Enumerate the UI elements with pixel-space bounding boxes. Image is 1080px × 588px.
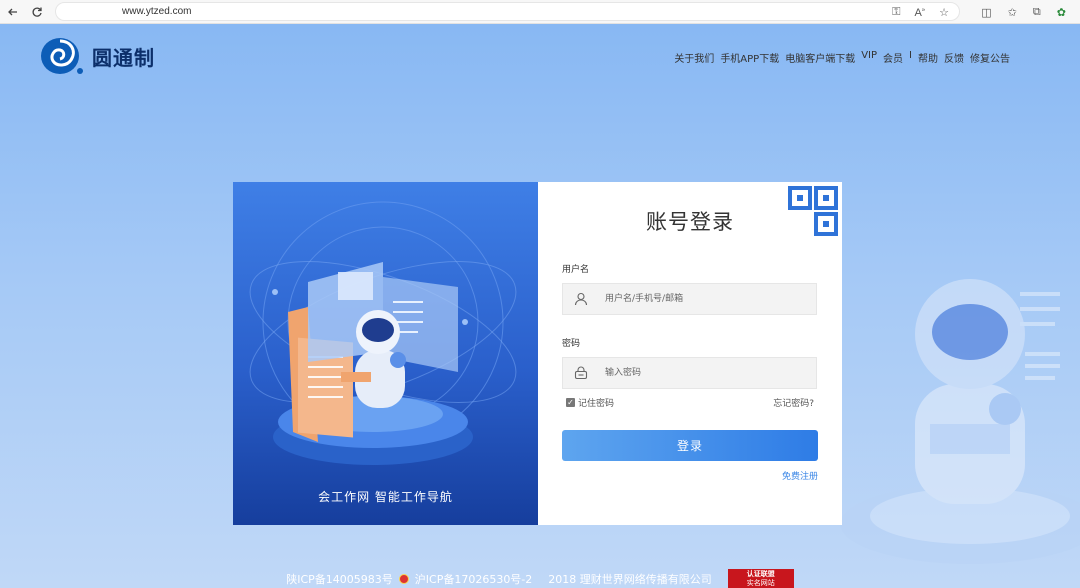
nav-pc-download[interactable]: 电脑客户端下载: [785, 50, 855, 65]
certification-badge[interactable]: 认证联盟 实名网站: [727, 569, 794, 588]
address-bar[interactable]: www.ytzed.com ⚿ A» ☆: [55, 2, 960, 21]
login-title: 账号登录: [646, 210, 734, 234]
forgot-password-link[interactable]: 忘记密码?: [773, 396, 814, 409]
footer: 陕ICP备14005983号 沪ICP备17026530号-2 2018 理财世…: [0, 569, 1080, 588]
username-field: [562, 283, 817, 315]
back-icon[interactable]: [2, 1, 24, 23]
login-button[interactable]: 登录: [562, 430, 818, 461]
badge-line-2: 实名网站: [746, 579, 775, 587]
police-badge-icon: [398, 574, 409, 584]
nav-app-download[interactable]: 手机APP下载: [720, 50, 779, 65]
nav-feedback[interactable]: 反馈: [944, 50, 964, 65]
key-icon[interactable]: ⚿: [892, 6, 900, 19]
nav-member[interactable]: 会员: [883, 50, 903, 65]
password-input[interactable]: [599, 359, 805, 387]
user-icon: [563, 284, 599, 314]
nav-vip[interactable]: VIP: [861, 50, 877, 65]
nav-help[interactable]: 帮助: [918, 50, 938, 65]
favorite-star-icon[interactable]: ☆: [939, 6, 949, 19]
icp-record-1[interactable]: 陕ICP备14005983号: [286, 571, 393, 587]
promo-caption: 会工作网 智能工作导航: [318, 490, 453, 504]
password-label: 密码: [562, 339, 581, 349]
address-url: www.ytzed.com: [122, 6, 192, 17]
extension-icon[interactable]: ✿: [1057, 6, 1066, 19]
nav-separator: I: [909, 50, 912, 61]
promo-panel: 会工作网 智能工作导航: [233, 182, 538, 525]
refresh-icon[interactable]: [26, 1, 48, 23]
split-screen-icon[interactable]: ◫: [981, 6, 991, 19]
username-label: 用户名: [562, 265, 590, 275]
badge-line-1: 认证联盟: [746, 570, 775, 578]
favorites-icon[interactable]: ✩: [1008, 6, 1017, 19]
nav-repair-notice[interactable]: 修复公告: [970, 50, 1010, 65]
icp-record-2[interactable]: 沪ICP备17026530号-2: [415, 571, 533, 587]
logo-text: 圆通制: [92, 45, 155, 70]
nav-about[interactable]: 关于我们: [674, 50, 714, 65]
register-link[interactable]: 免费注册: [782, 469, 818, 482]
login-panel: 账号登录 用户名 密码 ✓ 记住密码 忘记密码? 登录 免费注册: [538, 182, 842, 525]
logo-swirl-icon: [41, 38, 83, 74]
lock-icon: [563, 358, 599, 388]
remember-label: 记住密码: [578, 399, 615, 409]
site-logo[interactable]: 圆通制: [40, 36, 155, 76]
remember-password[interactable]: ✓ 记住密码: [566, 396, 614, 409]
read-aloud-icon[interactable]: A»: [914, 7, 925, 19]
collections-icon[interactable]: ⧉: [1033, 5, 1041, 19]
remember-checkbox[interactable]: ✓: [566, 398, 575, 407]
username-input[interactable]: [599, 285, 805, 313]
copyright: 2018 理财世界网络传播有限公司: [548, 573, 712, 586]
top-nav: 关于我们 手机APP下载 电脑客户端下载 VIP 会员 I 帮助 反馈 修复公告: [674, 50, 1010, 65]
page: 圆通制 关于我们 手机APP下载 电脑客户端下载 VIP 会员 I 帮助 反馈 …: [0, 24, 1080, 588]
browser-toolbar: www.ytzed.com ⚿ A» ☆ ◫ ✩ ⧉ ✿: [0, 0, 1080, 24]
robot-illustration: [249, 201, 517, 465]
background-robot-illustration: [840, 279, 1080, 564]
password-field: [562, 357, 817, 389]
